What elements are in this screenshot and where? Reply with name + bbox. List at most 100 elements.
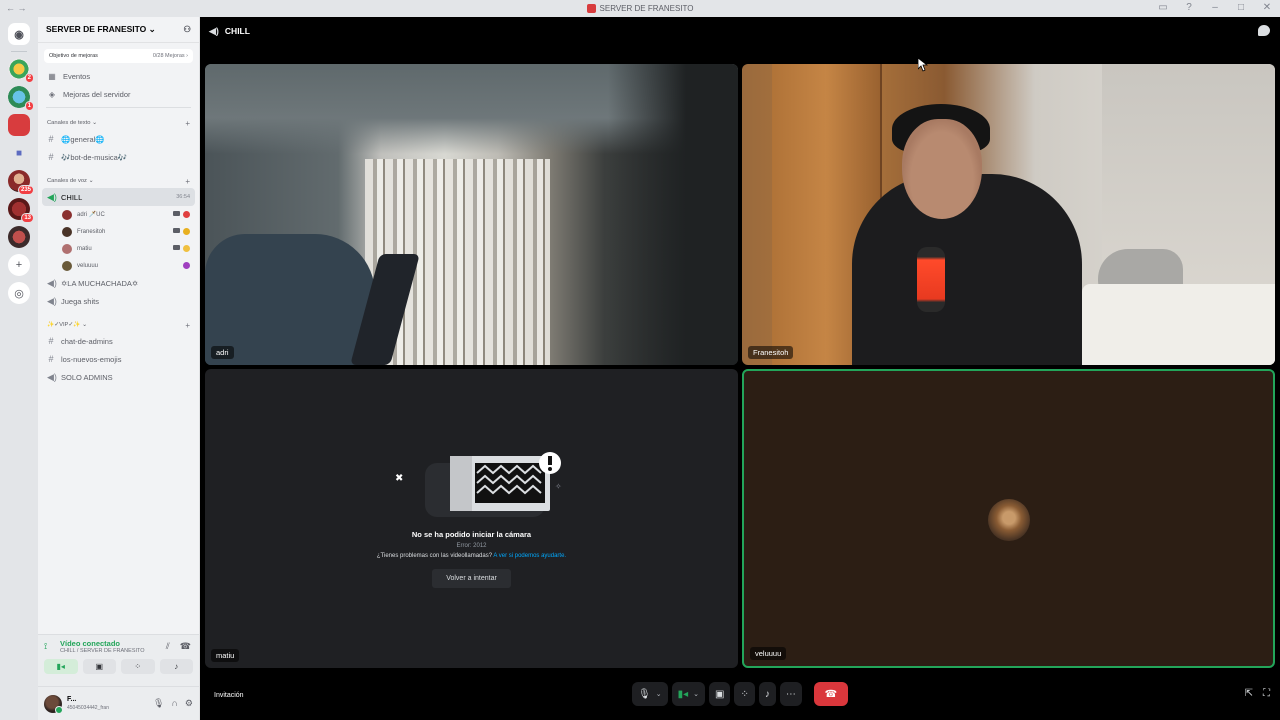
hangup-button[interactable]: ☎	[813, 682, 848, 706]
close-button[interactable]: ✕	[1260, 2, 1274, 13]
voice-user-name: veluuuu	[77, 262, 99, 269]
channel-sidebar: SERVER DE FRANESITO ⌄ ⚇ Objetivo de mejo…	[38, 17, 200, 720]
server-icon-3[interactable]: 235	[8, 170, 34, 195]
mention-badge: 1	[24, 101, 34, 111]
headset-icon[interactable]: ∩	[171, 698, 177, 709]
disconnect-icon[interactable]: ☎	[180, 641, 191, 652]
category-voice[interactable]: Canales de voz ⌄ +	[38, 174, 199, 188]
camera-button[interactable]: ▮◂	[44, 659, 78, 674]
call-view: ◀) CHILL adri Franesitoh ✖ ✧ No se ha po…	[200, 17, 1280, 720]
help-link[interactable]: A ver si podemos ayudarte.	[493, 553, 566, 559]
window-title-text: SERVER DE FRANESITO	[599, 4, 694, 13]
create-channel-icon[interactable]: +	[185, 321, 190, 330]
category-text[interactable]: Canales de texto ⌄ +	[38, 116, 199, 130]
server-icon-active[interactable]	[8, 114, 30, 136]
voice-channel-solo-admins[interactable]: ◀) SOLO ADMINS	[42, 368, 195, 386]
speaker-icon: ◀)	[47, 371, 57, 382]
camera-icon	[173, 211, 180, 216]
boost-goal-label: Objetivo de mejoras	[49, 53, 98, 59]
channel-label: chat-de-admins	[61, 336, 113, 346]
create-channel-icon[interactable]: +	[185, 177, 190, 186]
category-vip[interactable]: ✨✓VIP✓✨ ⌄ +	[38, 318, 199, 332]
error-help: ¿Tienes problemas con las videollamadas?…	[205, 553, 738, 559]
channel-label: SOLO ADMINS	[61, 372, 113, 382]
video-tile-error[interactable]: ✖ ✧ No se ha podido iniciar la cámara Er…	[205, 369, 738, 668]
soundboard-button[interactable]: ♪	[159, 659, 193, 674]
soundboard-button[interactable]: ♪	[758, 682, 776, 706]
chevron-down-icon[interactable]: ⌄	[693, 690, 699, 698]
channel-bot-de-musica[interactable]: # 🎶bot-de-musica🎶	[42, 148, 195, 166]
server-name: SERVER DE FRANESITO	[46, 24, 147, 34]
boost-goal[interactable]: Objetivo de mejoras 0/28 Mejoras ›	[44, 49, 193, 63]
invite-people-icon[interactable]: ⚇	[183, 24, 191, 35]
discord-home-icon[interactable]: ◉	[8, 23, 30, 45]
add-server-icon[interactable]: +	[8, 254, 30, 276]
chat-icon[interactable]	[1258, 25, 1270, 36]
title-bar: ← → SERVER DE FRANESITO ▭ ? – □ ✕	[0, 0, 1280, 17]
retry-button[interactable]: Volver a intentar	[432, 569, 511, 588]
voice-location: CHILL / SERVER DE FRANESITO	[60, 648, 145, 654]
invite-button[interactable]: Invitación	[208, 687, 250, 703]
channel-general[interactable]: # 🌐general🌐	[42, 130, 195, 148]
activity-button[interactable]: ⁘	[734, 682, 755, 706]
events-item[interactable]: ▦ Eventos	[38, 67, 199, 85]
hangup-icon: ☎	[824, 688, 838, 700]
video-tile[interactable]: Franesitoh	[742, 64, 1275, 365]
channel-label: 🎶bot-de-musica🎶	[61, 152, 128, 162]
fullscreen-icon[interactable]: ⛶	[1263, 688, 1270, 699]
category-text-label: Canales de texto	[47, 120, 91, 126]
chevron-down-icon[interactable]: ⌄	[656, 690, 662, 698]
explore-icon[interactable]: ◎	[8, 282, 30, 304]
noise-suppression-icon[interactable]: ⫽	[166, 641, 170, 652]
server-icon-5[interactable]	[8, 226, 30, 248]
back-arrow-icon[interactable]: ← →	[6, 3, 27, 13]
server-icon-4[interactable]: 13	[8, 198, 34, 223]
popout-icon[interactable]: ⇱	[1245, 688, 1253, 699]
divider	[46, 107, 191, 108]
video-tile[interactable]: adri	[205, 64, 738, 365]
server-icon-1[interactable]: 2	[8, 58, 34, 83]
signal-icon[interactable]: ⟟	[44, 641, 54, 652]
avatar	[62, 260, 72, 271]
voice-user[interactable]: matiu	[38, 240, 199, 257]
channel-los-nuevos-emojis[interactable]: # los-nuevos-emojis	[42, 350, 195, 368]
channel-chat-de-admins[interactable]: # chat-de-admins	[42, 332, 195, 350]
help-icon[interactable]: ?	[1182, 2, 1196, 13]
video-tile-speaking[interactable]: veluuuu	[742, 369, 1275, 668]
folder-icon[interactable]: ■	[8, 142, 30, 164]
voice-user-name: Franesitoh	[77, 228, 106, 235]
activity-icon	[183, 211, 190, 218]
maximize-button[interactable]: □	[1234, 2, 1248, 13]
rail-separator	[11, 51, 27, 52]
user-name: F...	[67, 695, 77, 703]
user-tag: 45045034442_fran	[67, 704, 109, 711]
boosts-label: Mejoras del servidor	[63, 89, 131, 99]
mention-badge: 2	[24, 73, 34, 83]
voice-channel-muchachada[interactable]: ◀) ✡LA MUCHACHADA✡	[42, 274, 195, 292]
avatar	[62, 226, 72, 237]
avatar[interactable]	[44, 694, 63, 714]
server-icon-2[interactable]: 1	[8, 86, 34, 111]
events-label: Eventos	[63, 71, 91, 81]
voice-channel-juega-shits[interactable]: ◀) Juega shits	[42, 292, 195, 310]
activity-button[interactable]: ⁘	[121, 659, 155, 674]
camera-button[interactable]: ▮◂ ⌄	[671, 682, 705, 706]
gear-icon[interactable]: ⚙	[185, 698, 193, 709]
screenshare-button[interactable]: ▣	[82, 659, 116, 674]
voice-user[interactable]: adri 🗡️UC	[38, 206, 199, 223]
server-header[interactable]: SERVER DE FRANESITO ⌄ ⚇	[38, 17, 199, 43]
voice-channel-chill[interactable]: ◀) CHILL 36:54	[42, 188, 195, 206]
minimize-button[interactable]: –	[1208, 2, 1222, 13]
server-boosts-item[interactable]: ◈ Mejoras del servidor	[38, 85, 199, 103]
create-channel-icon[interactable]: +	[185, 119, 190, 128]
more-icon: ⋯	[785, 688, 796, 700]
camera-icon: ▮◂	[677, 688, 689, 700]
mic-icon[interactable]: 🎙︎	[153, 698, 164, 709]
voice-user[interactable]: veluuuu	[38, 257, 199, 274]
svg-text:✧: ✧	[555, 482, 562, 491]
mic-button[interactable]: 🎙︎ ⌄	[632, 682, 668, 706]
screenshare-button[interactable]: ▣	[708, 682, 731, 706]
inbox-icon[interactable]: ▭	[1156, 2, 1170, 13]
more-button[interactable]: ⋯	[779, 682, 802, 706]
voice-user[interactable]: Franesitoh	[38, 223, 199, 240]
